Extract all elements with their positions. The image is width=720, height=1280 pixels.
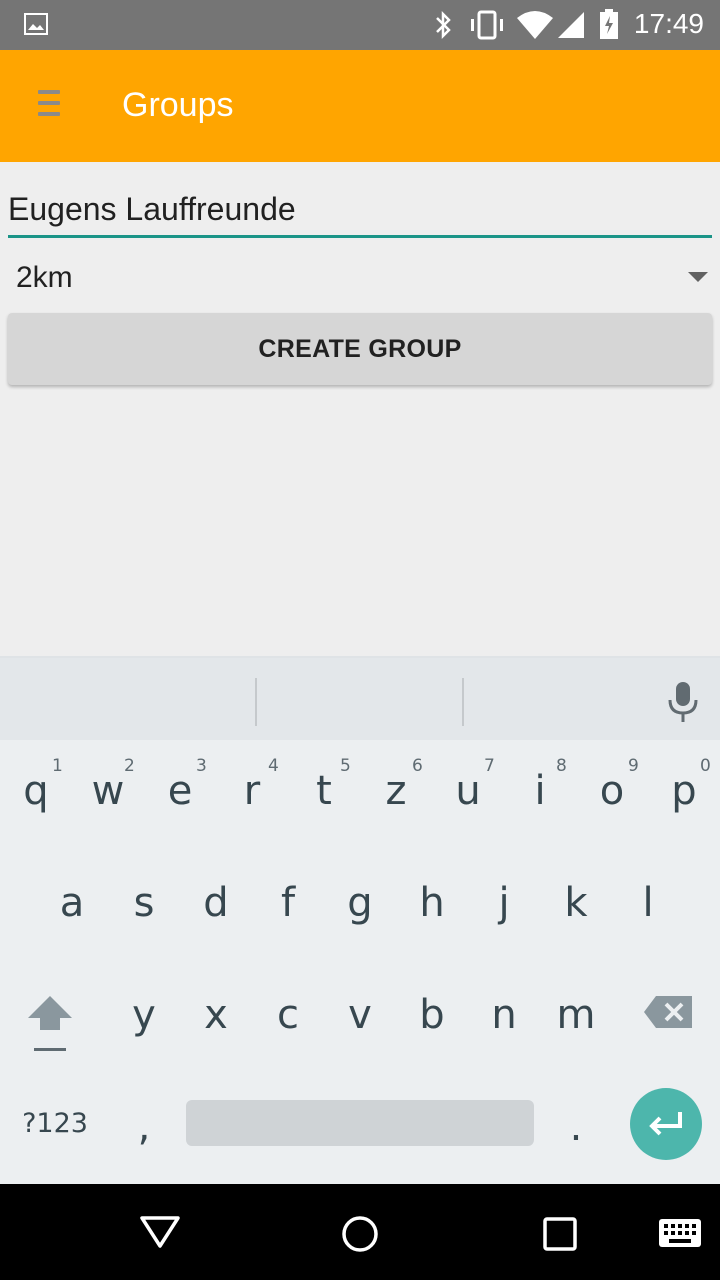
key-d[interactable]: d <box>180 880 252 970</box>
menu-icon[interactable] <box>38 90 62 122</box>
key-hint: 3 <box>196 756 207 776</box>
shift-icon[interactable] <box>24 992 76 1056</box>
page-title: Groups <box>122 86 234 124</box>
key-space[interactable] <box>186 1100 534 1146</box>
status-time: 17:49 <box>633 8 704 39</box>
key-label: q <box>23 768 49 814</box>
key-label: z <box>385 768 407 814</box>
dropdown-arrow-icon <box>688 272 708 282</box>
key-h[interactable]: h <box>396 880 468 970</box>
key-y[interactable]: y <box>108 992 180 1082</box>
key-x[interactable]: x <box>180 992 252 1082</box>
key-label: o <box>599 768 625 814</box>
key-symbols[interactable]: ?123 <box>10 1108 100 1178</box>
key-label: u <box>455 768 481 814</box>
key-t[interactable]: 5 t <box>288 756 360 858</box>
key-hint: 0 <box>700 756 711 776</box>
group-name-value: Eugens Lauffreunde <box>8 191 296 227</box>
key-hint: 5 <box>340 756 351 776</box>
key-o[interactable]: 9 o <box>576 756 648 858</box>
key-label: e <box>167 768 193 814</box>
key-f[interactable]: f <box>252 880 324 970</box>
recents-icon[interactable] <box>542 1216 578 1252</box>
enter-button[interactable] <box>630 1088 702 1160</box>
distance-selected-value: 2km <box>16 261 73 294</box>
microphone-icon[interactable] <box>666 680 700 724</box>
distance-dropdown[interactable]: 2km <box>16 258 712 302</box>
key-c[interactable]: c <box>252 992 324 1082</box>
app-bar: Groups <box>0 50 720 162</box>
navigation-bar <box>0 1184 720 1280</box>
key-j[interactable]: j <box>468 880 540 970</box>
key-s[interactable]: s <box>108 880 180 970</box>
key-label: w <box>91 768 125 814</box>
key-m[interactable]: m <box>540 992 612 1082</box>
home-icon[interactable] <box>340 1214 380 1254</box>
signal-icon <box>558 12 584 38</box>
key-i[interactable]: 8 i <box>504 756 576 858</box>
key-w[interactable]: 2 w <box>72 756 144 858</box>
create-group-button[interactable]: CREATE GROUP <box>8 313 712 385</box>
key-label: p <box>671 768 697 814</box>
key-a[interactable]: a <box>36 880 108 970</box>
battery-icon <box>600 9 618 39</box>
key-hint: 7 <box>484 756 495 776</box>
key-v[interactable]: v <box>324 992 396 1082</box>
suggestion-divider <box>255 678 257 726</box>
back-icon[interactable] <box>138 1214 182 1250</box>
key-comma[interactable]: , <box>108 1104 180 1174</box>
key-label: r <box>243 768 261 814</box>
key-u[interactable]: 7 u <box>432 756 504 858</box>
key-hint: 1 <box>52 756 63 776</box>
wifi-icon <box>517 11 553 39</box>
group-name-input[interactable]: Eugens Lauffreunde <box>8 182 712 238</box>
key-label: t <box>316 768 332 814</box>
key-period[interactable]: . <box>540 1104 612 1174</box>
key-hint: 4 <box>268 756 279 776</box>
suggestion-strip <box>0 658 720 740</box>
key-hint: 2 <box>124 756 135 776</box>
key-l[interactable]: l <box>612 880 684 970</box>
backspace-icon[interactable] <box>642 992 696 1036</box>
enter-icon <box>649 1112 682 1136</box>
key-hint: 6 <box>412 756 423 776</box>
key-g[interactable]: g <box>324 880 396 970</box>
key-e[interactable]: 3 e <box>144 756 216 858</box>
key-k[interactable]: k <box>540 880 612 970</box>
key-hint: 9 <box>628 756 639 776</box>
key-q[interactable]: 1 q <box>0 756 72 858</box>
suggestion-divider <box>462 678 464 726</box>
key-p[interactable]: 0 p <box>648 756 720 858</box>
vibrate-icon <box>471 10 503 40</box>
key-label: i <box>534 768 546 814</box>
soft-keyboard: 1 q 2 w 3 e 4 r 5 t 6 z 7 u 8 i 9 o 0 p … <box>0 656 720 1186</box>
key-z[interactable]: 6 z <box>360 756 432 858</box>
key-b[interactable]: b <box>396 992 468 1082</box>
bluetooth-icon <box>436 10 451 40</box>
image-icon <box>24 13 48 35</box>
key-n[interactable]: n <box>468 992 540 1082</box>
status-bar: 17:49 <box>0 0 720 50</box>
key-hint: 8 <box>556 756 567 776</box>
keyboard-switch-icon[interactable] <box>658 1218 702 1248</box>
key-r[interactable]: 4 r <box>216 756 288 858</box>
